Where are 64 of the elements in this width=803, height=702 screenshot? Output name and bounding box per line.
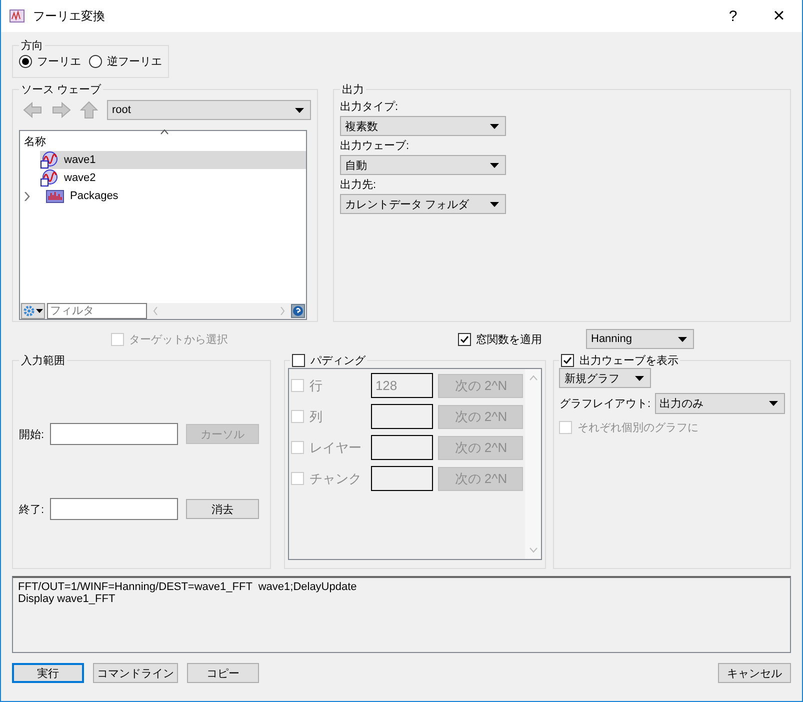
cancel-button[interactable]: キャンセル: [718, 663, 791, 683]
dialog-button[interactable]: コピー: [187, 663, 259, 683]
folder-icon: [46, 189, 64, 203]
caret-icon: [635, 376, 644, 380]
expand-chevron-icon[interactable]: [24, 192, 30, 200]
gear-icon: [23, 305, 35, 317]
field-label: 出力ウェーブ:: [340, 138, 410, 153]
sort-icon: [160, 129, 169, 135]
field-label: グラフレイアウト:: [559, 397, 650, 411]
start-field[interactable]: [50, 423, 178, 445]
number-field[interactable]: [371, 435, 434, 460]
end-field[interactable]: [50, 498, 178, 520]
close-button[interactable]: ×: [756, 0, 802, 32]
field-label: 終了:: [19, 502, 44, 516]
checkbox[interactable]: [561, 354, 574, 367]
caret-icon: [769, 401, 778, 406]
checkbox[interactable]: [292, 354, 306, 367]
command-line: Display wave1_FFT: [18, 593, 116, 605]
graph-dropdown[interactable]: 新規グラフ: [559, 368, 652, 388]
group-label: ソース ウェーブ: [20, 82, 102, 97]
radio-button[interactable]: [89, 55, 102, 68]
dropdown[interactable]: 自動: [340, 155, 506, 175]
radio-button[interactable]: [19, 55, 32, 68]
checkbox-label[interactable]: パディング: [310, 353, 366, 368]
layout-dropdown[interactable]: 出力のみ: [654, 393, 785, 414]
column-header[interactable]: 名称: [24, 134, 46, 148]
radio-label[interactable]: フーリエ: [37, 54, 81, 69]
group-label: 出力: [341, 83, 365, 97]
caret-icon: [36, 309, 43, 313]
checkbox-label[interactable]: 窓関数を適用: [476, 332, 542, 346]
wave-icon: [40, 151, 58, 169]
field-label: 開始:: [19, 428, 44, 442]
field-label: 出力先:: [340, 178, 378, 192]
tree-item[interactable]: wave2: [20, 169, 306, 187]
settings-menu-button[interactable]: [21, 303, 45, 319]
dropdown[interactable]: 複素数: [340, 116, 506, 136]
help-icon[interactable]: [291, 304, 305, 318]
checkbox[interactable]: [458, 332, 471, 346]
command-line: FFT/OUT=1/WINF=Hanning/DEST=wave1_FFT wave1;DelayUpdate: [18, 581, 358, 593]
group-label: 方向: [20, 38, 44, 53]
folder-dropdown[interactable]: root: [107, 100, 311, 120]
help-button[interactable]: ?: [710, 0, 756, 32]
group-label: 入力範囲: [20, 354, 66, 368]
number-field[interactable]: [371, 404, 434, 429]
caret-icon: [295, 108, 304, 112]
number-field[interactable]: [371, 466, 434, 491]
dialog-button[interactable]: 実行: [12, 663, 84, 683]
radio-label[interactable]: 逆フーリエ: [107, 54, 162, 69]
wave-icon: [40, 169, 58, 187]
window-dropdown[interactable]: Hanning: [586, 329, 694, 349]
clear-button[interactable]: 消去: [186, 499, 260, 519]
caret-icon: [678, 336, 687, 342]
dialog-button[interactable]: コマンドライン: [93, 663, 178, 683]
window-title: フーリエ変換: [33, 8, 106, 24]
caret-icon: [490, 162, 499, 168]
filter-field[interactable]: フィルタ: [47, 303, 147, 319]
tree-item[interactable]: wave1: [40, 151, 306, 169]
caret-icon: [490, 202, 499, 206]
checkbox-label[interactable]: 出力ウェーブを表示: [579, 353, 678, 368]
dropdown[interactable]: カレントデータ フォルダ: [340, 194, 506, 214]
app-icon: [9, 8, 25, 24]
field-label: 出力タイプ:: [340, 100, 400, 114]
tree-item[interactable]: Packages: [20, 187, 306, 205]
caret-icon: [490, 124, 499, 128]
